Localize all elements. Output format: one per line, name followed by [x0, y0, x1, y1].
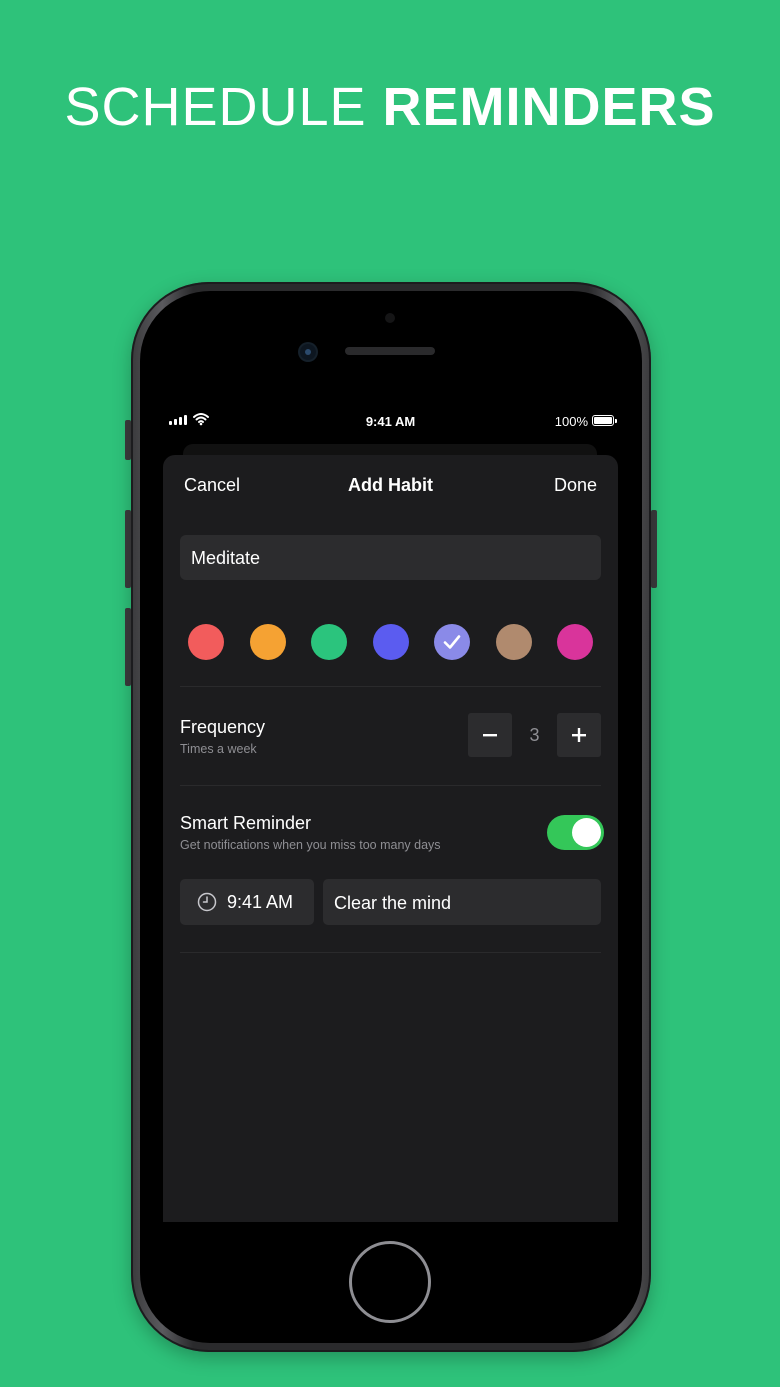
headline-bold: REMINDERS	[382, 77, 716, 137]
clock-icon	[197, 892, 217, 912]
color-swatch-red[interactable]	[188, 624, 224, 660]
color-swatch-pink[interactable]	[557, 624, 593, 660]
battery-percent: 100%	[554, 414, 588, 429]
divider	[180, 686, 601, 687]
toggle-knob	[572, 818, 601, 847]
divider	[180, 952, 601, 953]
color-swatch-lavender[interactable]	[434, 624, 470, 660]
frequency-subtitle: Times a week	[180, 742, 257, 756]
done-button[interactable]: Done	[554, 475, 597, 496]
nav-bar: Cancel Add Habit Done	[163, 475, 618, 499]
minus-icon	[483, 734, 497, 737]
smart-reminder-title: Smart Reminder	[180, 813, 312, 833]
frequency-increment-button[interactable]	[557, 713, 601, 757]
frequency-value: 3	[529, 725, 540, 745]
headline: SCHEDULE REMINDERS	[0, 76, 780, 138]
page-title: Add Habit	[348, 475, 433, 495]
divider	[180, 785, 601, 786]
status-bar: 9:41 AM 100%	[163, 411, 618, 433]
checkmark-icon	[434, 624, 470, 660]
smart-reminder-subtitle: Get notifications when you miss too many…	[180, 838, 441, 852]
status-time: 9:41 AM	[365, 414, 416, 429]
color-swatch-blue[interactable]	[372, 624, 409, 660]
habit-name-input[interactable]: Meditate	[180, 535, 601, 580]
color-swatch-orange[interactable]	[249, 624, 286, 660]
battery-icon	[592, 415, 617, 426]
power-button	[651, 510, 657, 588]
add-habit-sheet: Cancel Add Habit Done Meditate Frequency…	[163, 455, 618, 1222]
smart-reminder-toggle[interactable]	[547, 815, 604, 850]
headline-light: SCHEDULE	[64, 77, 367, 137]
color-swatch-green[interactable]	[311, 624, 347, 660]
home-button[interactable]	[349, 1241, 431, 1323]
proximity-sensor	[385, 313, 395, 323]
front-camera	[300, 344, 316, 360]
frequency-decrement-button[interactable]	[468, 713, 512, 757]
reminder-time: 9:41 AM	[227, 891, 294, 912]
reminder-time-button[interactable]: 9:41 AM	[180, 879, 314, 925]
reminder-message-input[interactable]: Clear the mind	[323, 879, 601, 925]
color-picker	[188, 624, 593, 660]
color-swatch-brown[interactable]	[495, 624, 532, 660]
plus-icon	[572, 728, 586, 742]
frequency-title: Frequency	[180, 717, 266, 737]
earpiece-speaker	[345, 347, 435, 355]
